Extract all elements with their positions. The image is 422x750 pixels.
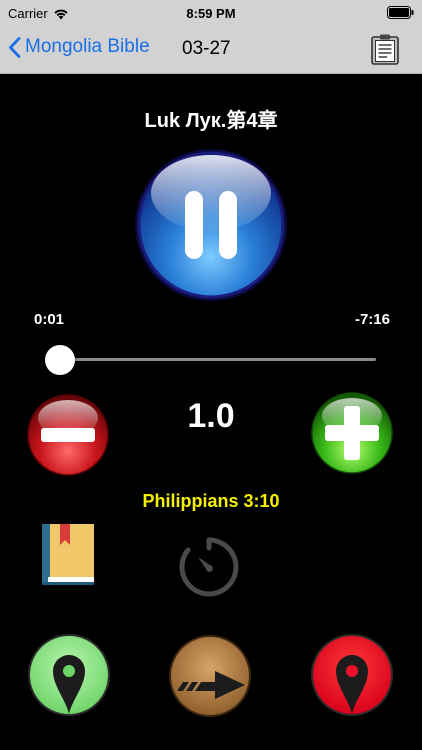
elapsed-time: 0:01 [34,311,65,328]
battery-icon [387,6,414,19]
back-button-label: Mongolia Bible [25,36,150,57]
remaining-time: -7:16 [354,311,390,328]
status-time: 8:59 PM [186,6,236,21]
status-bar: Carrier 8:59 PM [0,0,422,26]
chevron-left-icon [9,36,21,58]
clipboard-icon[interactable] [370,33,400,65]
nav-title: 03-27 [182,38,231,59]
slider-thumb[interactable] [44,345,75,375]
pause-button[interactable] [133,147,289,303]
chapter-title: Luk Лук.第4章 [144,110,278,132]
book-icon[interactable] [38,521,98,587]
next-chapter-button[interactable] [169,635,251,717]
progress-slider[interactable] [44,345,376,375]
slider-track[interactable] [48,358,376,361]
back-button[interactable]: Mongolia Bible [8,36,150,58]
go-to-bookmark-button[interactable] [311,634,393,716]
bookmark-location-button[interactable] [28,634,110,716]
increase-speed-button[interactable] [311,392,393,474]
verse-reference[interactable]: Philippians 3:10 [0,491,422,512]
navigation-bar: Mongolia Bible 03-27 [0,26,422,74]
timer-icon[interactable] [176,534,242,600]
